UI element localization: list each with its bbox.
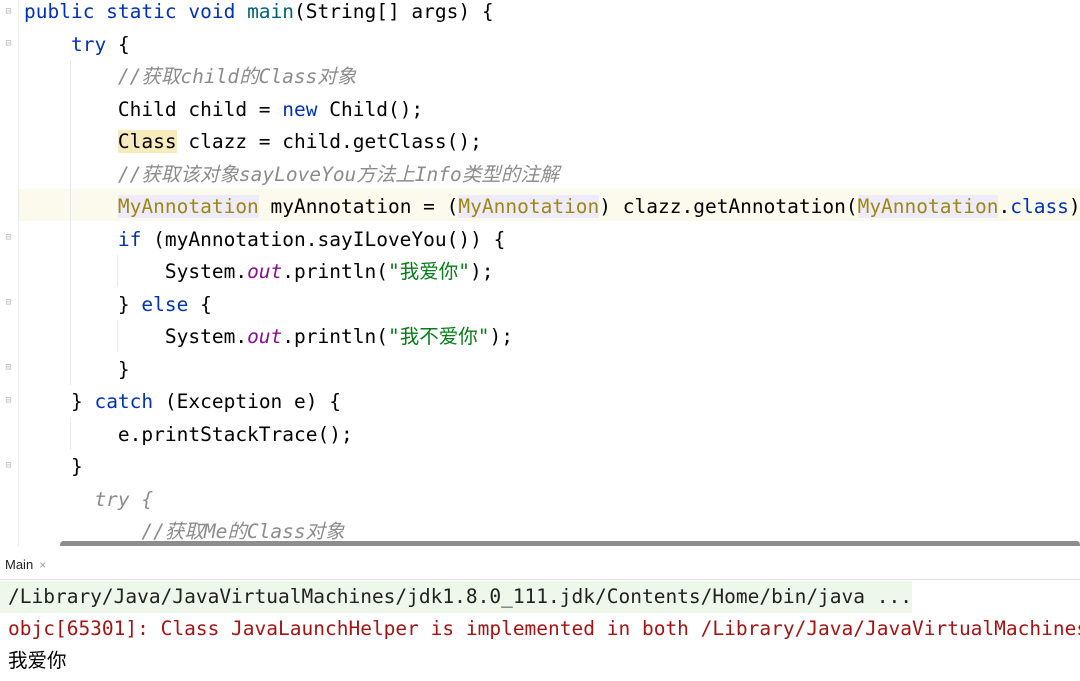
code-token: } bbox=[24, 455, 83, 478]
fold-icon[interactable]: ⊟ bbox=[4, 395, 13, 406]
code-token: MyAnnotation bbox=[117, 195, 259, 218]
code-line[interactable]: if (myAnnotation.sayILoveYou()) { bbox=[24, 224, 505, 256]
code-token: ); bbox=[1068, 195, 1080, 218]
code-token: .println( bbox=[282, 325, 388, 348]
code-token: new bbox=[282, 97, 318, 121]
code-line[interactable]: //获取child的Class对象 bbox=[24, 61, 356, 93]
code-token: try { bbox=[24, 487, 154, 511]
fold-icon[interactable]: ⊟ bbox=[4, 232, 13, 243]
code-token: e.printStackTrace(); bbox=[24, 422, 353, 446]
code-token: } bbox=[24, 390, 95, 413]
tab-main[interactable]: Main × bbox=[0, 551, 51, 579]
code-token: MyAnnotation bbox=[458, 195, 600, 218]
code-token: ) clazz.getAnnotation( bbox=[599, 195, 858, 218]
code-line[interactable]: } else { bbox=[24, 289, 212, 321]
close-icon[interactable]: × bbox=[39, 558, 46, 572]
code-line[interactable]: Child child = new Child(); bbox=[24, 94, 423, 126]
code-token: "我不爱你" bbox=[387, 325, 490, 348]
code-line[interactable]: e.printStackTrace(); bbox=[24, 419, 353, 451]
fold-icon[interactable]: ⊟ bbox=[4, 460, 13, 471]
code-token: Class bbox=[117, 130, 177, 153]
code-token: public static void bbox=[24, 0, 248, 23]
code-token: System. bbox=[24, 260, 248, 283]
code-token: Child(); bbox=[317, 97, 424, 121]
fold-icon[interactable]: ⊟ bbox=[4, 6, 13, 17]
editor-gutter: ⊟ ⊟ ⊟ ⊟ ⊟ ⊟ ⊟ bbox=[0, 0, 19, 546]
fold-icon[interactable]: ⊟ bbox=[4, 362, 13, 373]
code-line[interactable]: } bbox=[24, 451, 83, 483]
code-token: .println( bbox=[282, 260, 388, 283]
code-line[interactable]: System.out.println("我爱你"); bbox=[24, 256, 494, 288]
code-token: catch bbox=[94, 390, 154, 413]
code-token: { bbox=[188, 292, 212, 316]
code-token: (Exception e) { bbox=[153, 390, 341, 413]
console-error-line: objc[65301]: Class JavaLaunchHelper is i… bbox=[8, 617, 1080, 640]
code-token: if bbox=[117, 227, 142, 251]
code-token: clazz = child.getClass(); bbox=[176, 130, 482, 153]
code-line[interactable]: public static void main(String[] args) { bbox=[24, 0, 494, 28]
code-token: out bbox=[247, 325, 283, 348]
code-token: ); bbox=[489, 325, 513, 348]
code-token: //获取Me的Class对象 bbox=[24, 520, 345, 543]
code-line[interactable]: try { bbox=[24, 484, 153, 516]
horizontal-scrollbar[interactable] bbox=[60, 541, 1080, 546]
code-token: myAnnotation = ( bbox=[258, 195, 459, 218]
code-token: //获取该对象sayLoveYou方法上Info类型的注解 bbox=[24, 162, 560, 186]
code-token: MyAnnotation bbox=[857, 195, 999, 218]
code-token: . bbox=[998, 195, 1011, 218]
fold-icon[interactable]: ⊟ bbox=[4, 297, 13, 308]
code-token: main bbox=[247, 0, 295, 23]
code-token: //获取child的Class对象 bbox=[24, 65, 357, 88]
code-line[interactable]: try { bbox=[24, 29, 130, 61]
code-token: class bbox=[1010, 195, 1069, 218]
code-token: out bbox=[247, 260, 283, 283]
code-line[interactable]: //获取该对象sayLoveYou方法上Info类型的注解 bbox=[24, 159, 559, 191]
console-output-line: 我爱你 bbox=[8, 649, 67, 672]
code-token: (myAnnotation.sayILoveYou()) { bbox=[141, 227, 506, 251]
run-tool-window-tabs: Main × bbox=[0, 551, 1080, 580]
code-token: ); bbox=[469, 260, 494, 283]
tab-main-label: Main bbox=[5, 557, 34, 572]
code-line[interactable]: Class clazz = child.getClass(); bbox=[24, 126, 482, 158]
console-command-line: /Library/Java/JavaVirtualMachines/jdk1.8… bbox=[0, 581, 912, 613]
code-editor[interactable]: ⊟ ⊟ ⊟ ⊟ ⊟ ⊟ ⊟ public static void main(St… bbox=[0, 0, 1080, 546]
code-line[interactable]: MyAnnotation myAnnotation = (MyAnnotatio… bbox=[24, 191, 1080, 223]
code-line[interactable]: } catch (Exception e) { bbox=[24, 386, 341, 418]
run-console[interactable]: /Library/Java/JavaVirtualMachines/jdk1.8… bbox=[0, 580, 1080, 681]
code-line[interactable]: System.out.println("我不爱你"); bbox=[24, 321, 513, 353]
code-line[interactable]: } bbox=[24, 354, 130, 386]
code-token: Child child = bbox=[24, 97, 283, 121]
code-token: else bbox=[141, 292, 189, 316]
code-token: { bbox=[106, 32, 130, 56]
code-token: (String[] args) { bbox=[294, 0, 494, 23]
code-token: } bbox=[24, 357, 130, 381]
code-token: try bbox=[70, 32, 107, 56]
code-token: System. bbox=[24, 325, 248, 348]
code-token: } bbox=[24, 292, 142, 316]
fold-icon[interactable]: ⊟ bbox=[4, 38, 13, 49]
code-token: "我爱你" bbox=[387, 260, 470, 283]
